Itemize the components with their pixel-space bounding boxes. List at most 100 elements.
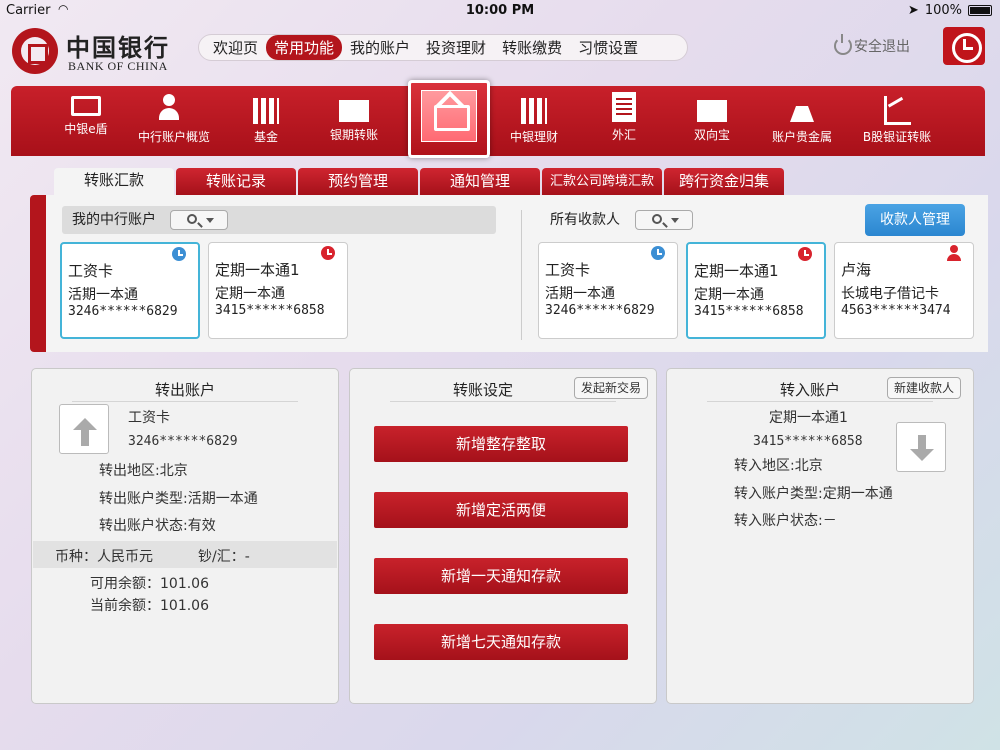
in-account-status: 转入账户状态:－ (734, 513, 837, 529)
boc-logo-icon (12, 28, 58, 74)
my-account-card-salary[interactable]: 工资卡 活期一本通 3246******6829 (60, 242, 200, 339)
in-account-name: 定期一本通1 (769, 410, 848, 426)
clock-icon (172, 247, 186, 261)
func-transfer-active[interactable] (408, 80, 490, 158)
nav-my-accounts[interactable]: 我的账户 (342, 35, 418, 60)
card-icon (71, 96, 101, 116)
clock-icon (798, 247, 812, 261)
divider (72, 401, 298, 402)
location-icon: ➤ (907, 3, 919, 18)
logout-button[interactable]: 安全退出 (834, 34, 910, 56)
tab-fund-collection[interactable]: 跨行资金归集 (664, 168, 784, 195)
tab-transfer-remit[interactable]: 转账汇款 (54, 168, 174, 195)
out-account-status: 转出账户状态:有效 (99, 518, 216, 534)
account-person-icon (159, 92, 189, 124)
tab-scheduled[interactable]: 预约管理 (298, 168, 418, 195)
tab-notifications[interactable]: 通知管理 (420, 168, 540, 195)
status-bar: Carrier ◠ 10:00 PM ➤ 100% (0, 0, 1000, 22)
add-fixed-deposit-button[interactable]: 新增整存整取 (374, 426, 628, 462)
divider (390, 401, 616, 402)
gold-bars-icon (787, 92, 817, 124)
in-region: 转入地区:北京 (734, 458, 823, 474)
func-precious-metal[interactable]: 账户贵金属 (757, 86, 847, 156)
func-account-overview[interactable]: 中行账户概览 (129, 86, 219, 156)
new-transaction-button[interactable]: 发起新交易 (574, 377, 649, 399)
person-icon (947, 245, 961, 261)
trend-icon (882, 92, 912, 125)
logo-en-text: BANK OF CHINA (68, 59, 168, 73)
func-fund[interactable]: 基金 (221, 86, 311, 156)
out-region: 转出地区:北京 (99, 463, 188, 479)
payee-card-fixed[interactable]: 定期一本通1 定期一本通 3415******6858 (686, 242, 826, 339)
function-bar: 中银e盾 中行账户概览 基金 银期转账 中银理财 外汇 双向宝 账户贵金属 B股… (11, 86, 985, 156)
current-balance: 当前余额：101.06 (90, 598, 209, 614)
payee-card-salary[interactable]: 工资卡 活期一本通 3246******6829 (538, 242, 678, 339)
out-account-number: 3246******6829 (128, 434, 238, 449)
chevron-down-icon (206, 218, 214, 223)
transfer-settings-panel: 转账设定 发起新交易 新增整存整取 新增定活两便 新增一天通知存款 新增七天通知… (349, 368, 657, 704)
forex-doc-icon (612, 92, 636, 122)
func-e-shield[interactable]: 中银e盾 (41, 86, 131, 156)
nav-common-functions[interactable]: 常用功能 (266, 35, 343, 60)
nav-preferences[interactable]: 习惯设置 (570, 35, 646, 60)
add-one-day-notice-button[interactable]: 新增一天通知存款 (374, 558, 628, 594)
battery-icon (968, 5, 992, 16)
logo-cn-text: 中国银行 (66, 33, 170, 62)
wealth-chart-icon (519, 92, 549, 124)
currency-label: 币种：人民币元 (55, 549, 153, 565)
out-account-title: 转出账户 (154, 381, 215, 399)
my-accounts-label: 我的中行账户 (72, 212, 156, 228)
my-account-card-fixed[interactable]: 定期一本通1 定期一本通 3415******6858 (208, 242, 348, 339)
in-account-panel: 转入账户 新建收款人 定期一本通1 3415******6858 转入地区:北京… (666, 368, 974, 704)
currency-bar: 币种：人民币元 钞/汇：- (33, 541, 337, 568)
divider (707, 401, 933, 402)
fund-chart-icon (251, 92, 281, 124)
power-icon (834, 34, 852, 55)
transfer-icon (421, 90, 477, 142)
out-account-name: 工资卡 (128, 410, 170, 426)
func-b-share-transfer[interactable]: B股银证转账 (849, 86, 945, 156)
payees-bar: 所有收款人 (540, 206, 700, 234)
arrow-up-icon (59, 404, 109, 454)
status-time: 10:00 PM (465, 3, 535, 18)
top-nav: 欢迎页 常用功能 我的账户 投资理财 转账缴费 习惯设置 (198, 34, 688, 61)
logout-label: 安全退出 (854, 39, 910, 55)
new-payee-button[interactable]: 新建收款人 (887, 377, 962, 399)
search-icon (652, 214, 662, 224)
out-account-type: 转出账户类型:活期一本通 (99, 491, 258, 507)
func-forex[interactable]: 外汇 (579, 86, 669, 156)
battery-percent: 100% (924, 3, 962, 18)
history-clock-button[interactable] (943, 27, 985, 65)
nav-transfer-payment[interactable]: 转账缴费 (494, 35, 570, 60)
clock-icon (651, 246, 665, 260)
nav-investment[interactable]: 投资理财 (418, 35, 494, 60)
search-icon (187, 214, 197, 224)
bank-logo: 中国银行 BANK OF CHINA (12, 28, 182, 74)
available-balance: 可用余额：101.06 (90, 576, 209, 592)
out-account-panel: 转出账户 工资卡 3246******6829 转出地区:北京 转出账户类型:活… (31, 368, 339, 704)
payee-manage-button[interactable]: 收款人管理 (865, 204, 965, 236)
status-right: ➤ 100% (908, 3, 992, 18)
in-account-type: 转入账户类型:定期一本通 (734, 486, 893, 502)
payees-label: 所有收款人 (550, 212, 620, 228)
my-accounts-search-button[interactable] (170, 210, 228, 230)
func-futures-transfer[interactable]: 银期转账 (309, 86, 399, 156)
nav-welcome[interactable]: 欢迎页 (205, 35, 266, 60)
add-seven-day-notice-button[interactable]: 新增七天通知存款 (374, 624, 628, 660)
payees-search-button[interactable] (635, 210, 693, 230)
cash-remit-label: 钞/汇：- (198, 549, 250, 565)
payee-card-luhai[interactable]: 卢海 长城电子借记卡 4563******3474 (834, 242, 974, 339)
two-way-icon (697, 100, 727, 122)
arrow-down-icon (896, 422, 946, 472)
func-boc-wealth[interactable]: 中银理财 (489, 86, 579, 156)
futures-icon (339, 100, 369, 122)
func-two-way[interactable]: 双向宝 (667, 86, 757, 156)
add-flexible-deposit-button[interactable]: 新增定活两便 (374, 492, 628, 528)
tab-transfer-records[interactable]: 转账记录 (176, 168, 296, 195)
clock-icon (321, 246, 335, 260)
chevron-down-icon (671, 218, 679, 223)
divider (521, 210, 522, 340)
my-accounts-bar: 我的中行账户 (62, 206, 496, 234)
in-account-number: 3415******6858 (753, 434, 863, 449)
tab-cross-border[interactable]: 汇款公司跨境汇款 (542, 168, 662, 195)
